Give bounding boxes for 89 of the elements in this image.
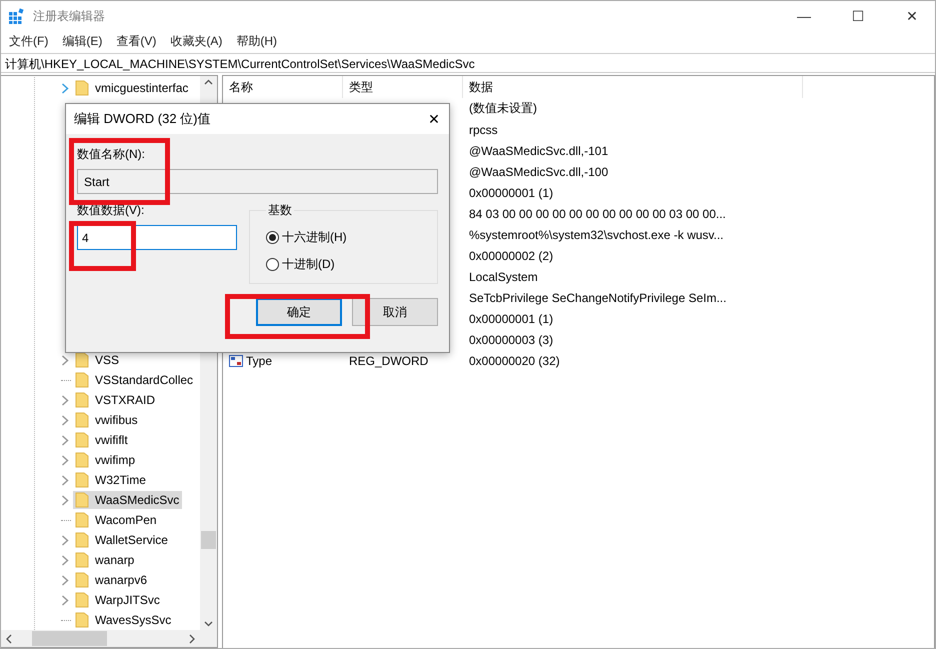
scroll-thumb[interactable] <box>201 531 216 549</box>
column-header[interactable]: 类型 <box>343 76 463 98</box>
radio-option[interactable]: 十六进制(H) <box>266 229 421 246</box>
tree-item[interactable]: vwifibus <box>73 411 141 429</box>
folder-icon <box>75 352 89 368</box>
folder-icon <box>75 412 89 428</box>
folder-icon <box>75 452 89 468</box>
tree-item[interactable]: VSStandardCollec <box>73 371 196 389</box>
expand-chevron-icon[interactable] <box>61 434 69 446</box>
expand-chevron-icon[interactable] <box>61 354 69 366</box>
value-data-label: 数值数据(V): <box>77 202 146 219</box>
value-data: SeTcbPrivilege SeChangeNotifyPrivilege SeIm... <box>468 290 728 306</box>
value-data: 0x00000002 (2) <box>468 248 554 264</box>
dialog-title: 编辑 DWORD (32 位)值 <box>74 110 210 128</box>
minimize-button[interactable]: — <box>781 1 827 31</box>
value-data: 84 03 00 00 00 00 00 00 00 00 00 00 03 00 00... <box>468 206 727 222</box>
tree-item[interactable]: vmicguestinterfac <box>73 79 192 97</box>
tree-item[interactable]: wanarpv6 <box>73 571 150 589</box>
expand-chevron-icon[interactable] <box>61 494 69 506</box>
menu-item[interactable]: 文件(F) <box>5 31 54 52</box>
folder-icon <box>75 492 89 508</box>
expand-chevron-icon[interactable] <box>61 594 69 606</box>
tree-item[interactable]: wanarp <box>73 551 138 569</box>
value-data-field[interactable]: 4 <box>77 225 237 250</box>
folder-icon <box>75 612 89 628</box>
folder-icon <box>75 552 89 568</box>
folder-icon <box>75 432 89 448</box>
value-type: REG_DWORD <box>348 352 430 370</box>
window-title: 注册表编辑器 <box>33 8 106 24</box>
expand-chevron-icon[interactable] <box>61 534 69 546</box>
menu-item[interactable]: 帮助(H) <box>232 31 283 52</box>
scroll-right-icon[interactable] <box>188 634 196 644</box>
address-bar[interactable]: 计算机\HKEY_LOCAL_MACHINE\SYSTEM\CurrentControlSet\Services\WaaSMedicSvc <box>1 53 935 73</box>
value-data: 0x00000020 (32) <box>468 352 561 370</box>
tree-item[interactable]: WacomPen <box>73 511 160 529</box>
column-header[interactable]: 数据 <box>463 76 803 98</box>
scroll-left-icon[interactable] <box>5 634 13 644</box>
folder-icon <box>75 392 89 408</box>
value-data: @WaaSMedicSvc.dll,-100 <box>468 164 610 180</box>
highlight-frame <box>69 221 136 271</box>
expand-chevron-icon[interactable] <box>61 474 69 486</box>
value-name-field[interactable]: Start <box>77 169 438 194</box>
menu-item[interactable]: 编辑(E) <box>58 31 108 52</box>
tree-item[interactable]: WaaSMedicSvc <box>73 491 182 509</box>
cancel-button[interactable]: 取消 <box>352 298 438 326</box>
registry-icon <box>9 8 25 24</box>
value-data: @WaaSMedicSvc.dll,-101 <box>468 142 610 160</box>
expand-chevron-icon[interactable] <box>61 554 69 566</box>
folder-icon <box>75 532 89 548</box>
scroll-thumb[interactable] <box>32 631 107 646</box>
folder-icon <box>75 472 89 488</box>
expand-chevron-icon[interactable] <box>61 82 69 94</box>
tree-item[interactable]: vwififlt <box>73 431 131 449</box>
close-button[interactable]: ✕ <box>419 110 449 128</box>
tree-item[interactable]: WarpJITSvc <box>73 591 163 609</box>
tree-item[interactable]: vwifimp <box>73 451 138 469</box>
value-data: LocalSystem <box>468 268 539 286</box>
folder-icon <box>75 572 89 588</box>
folder-icon <box>75 80 89 96</box>
value-name-label: 数值名称(N): <box>77 146 146 163</box>
tree-item[interactable]: W32Time <box>73 471 149 489</box>
value-data: 0x00000001 (1) <box>468 310 554 328</box>
tree-item[interactable]: WavesSysSvc <box>73 611 174 629</box>
value-data: (数值未设置) <box>468 100 538 117</box>
folder-icon <box>75 372 89 388</box>
tree-item[interactable]: VSS <box>73 351 122 369</box>
expand-chevron-icon[interactable] <box>61 414 69 426</box>
ok-button[interactable]: 确定 <box>256 298 342 326</box>
value-data: %systemroot%\system32\svchost.exe -k wusv... <box>468 226 725 244</box>
radio-option[interactable]: 十进制(D) <box>266 256 421 273</box>
value-data: 0x00000001 (1) <box>468 184 554 202</box>
maximize-button[interactable]: ☐ <box>835 1 881 31</box>
horizontal-scrollbar[interactable] <box>1 630 200 647</box>
menu-item[interactable]: 查看(V) <box>112 31 162 52</box>
value-name-text: Type <box>246 354 272 368</box>
tree-item[interactable]: WalletService <box>73 531 171 549</box>
menu-item[interactable]: 收藏夹(A) <box>166 31 228 52</box>
expand-chevron-icon[interactable] <box>61 394 69 406</box>
base-label: 基数 <box>267 202 293 219</box>
value-data: 0x00000003 (3) <box>468 332 554 348</box>
expand-chevron-icon[interactable] <box>61 574 69 586</box>
expand-chevron-icon[interactable] <box>61 454 69 466</box>
binary-value-icon <box>229 354 243 366</box>
column-header[interactable]: 名称 <box>223 76 343 98</box>
close-button[interactable]: ✕ <box>889 1 935 31</box>
folder-icon <box>75 512 89 528</box>
tree-item[interactable]: VSTXRAID <box>73 391 158 409</box>
value-data: rpcss <box>468 122 499 138</box>
folder-icon <box>75 592 89 608</box>
